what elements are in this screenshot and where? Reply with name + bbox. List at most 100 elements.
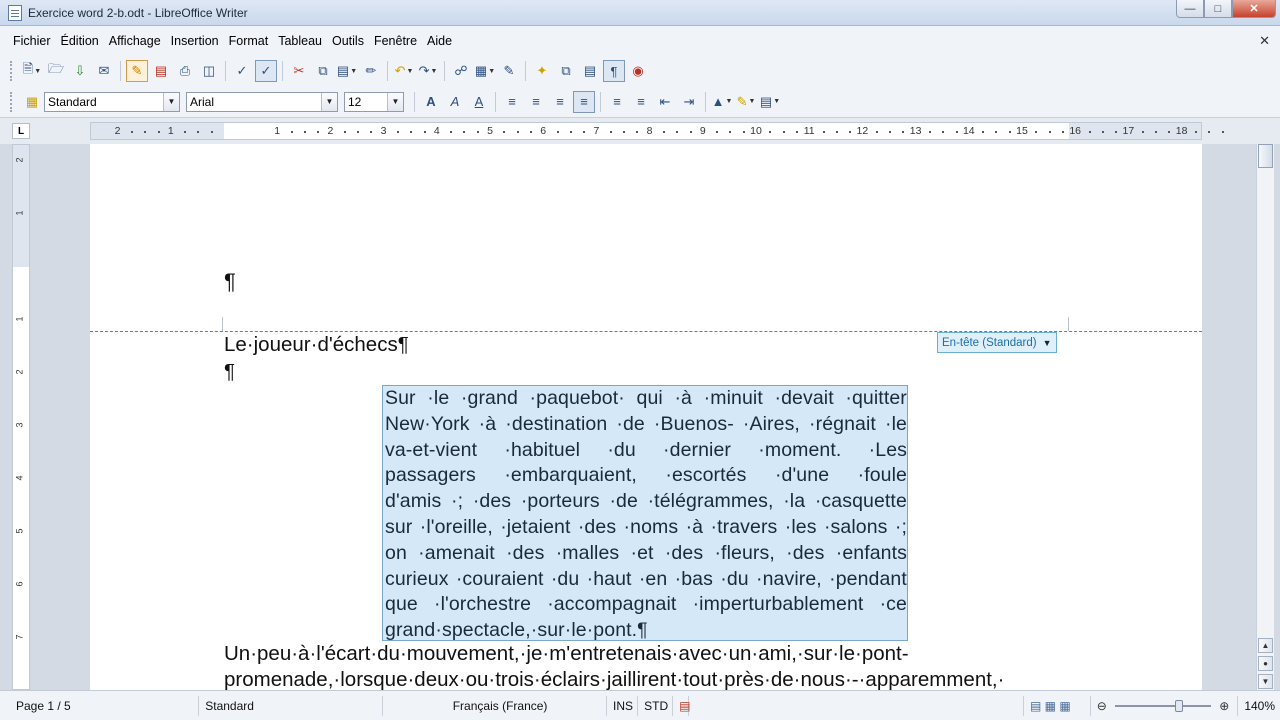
paste-icon[interactable]: ▤ ▼ — [336, 60, 358, 82]
italic-icon[interactable]: A — [444, 91, 466, 113]
maximize-button[interactable]: □ — [1204, 0, 1232, 18]
empty-paragraph-mark[interactable]: ¶ — [224, 269, 236, 295]
spellcheck-icon[interactable]: ✓ — [231, 60, 253, 82]
previous-page-icon[interactable]: ▲ — [1258, 638, 1273, 653]
email-icon[interactable]: ✉ — [93, 60, 115, 82]
align-right-icon[interactable]: ≡ — [549, 91, 571, 113]
quote-line[interactable]: va-et-vient ·habituel ·du ·dernier ·moment. ·… — [385, 439, 907, 462]
quote-line[interactable]: sur ·l'oreille, ·jetaient ·des ·noms ·à ·trave… — [385, 516, 907, 539]
gallery-icon[interactable]: ▤ — [579, 60, 601, 82]
view-layout-icon[interactable]: ▤ ▦ ▦ — [1022, 695, 1091, 716]
justify-icon[interactable]: ≡ — [573, 90, 595, 113]
menu-fenetre[interactable]: Fenêtre — [369, 34, 422, 48]
highlight-icon[interactable]: ✎ ▼ — [735, 91, 757, 113]
language-indicator[interactable]: Français (France) — [383, 695, 608, 716]
hyperlink-icon[interactable]: ☍ — [450, 60, 472, 82]
vertical-ruler[interactable]: 2 1 1 2 3 4 5 6 7 — [12, 144, 30, 690]
menu-tableau[interactable]: Tableau — [273, 34, 327, 48]
selected-quote-paragraph[interactable]: Sur ·le ·grand ·paquebot· qui ·à ·minuit ·devai… — [382, 385, 908, 641]
table-icon[interactable]: ▦ ▼ — [474, 60, 496, 82]
body-paragraph-line[interactable]: Un·peu·à·l'écart·du·mouvement,·je·m'entr… — [224, 642, 909, 666]
selection-mode-indicator[interactable]: STD — [638, 695, 674, 716]
export-pdf-icon[interactable]: ▤ — [150, 60, 172, 82]
autospellcheck-icon[interactable]: ✓ — [255, 60, 277, 82]
toolbar-grip[interactable] — [10, 61, 14, 81]
quote-line[interactable]: d'amis ·; ·des ·porteurs ·de ·télégrammes, ·la… — [385, 490, 907, 513]
formatting-marks-icon[interactable]: ¶ — [603, 60, 625, 82]
empty-paragraph-mark[interactable]: ¶ — [224, 360, 235, 384]
header-tag[interactable]: En-tête (Standard) ▼ — [937, 332, 1057, 353]
open-icon[interactable]: 🗁 — [45, 60, 67, 82]
horizontal-ruler[interactable]: 2 1 1 2 3 4 5 6 7 8 9 10 11 12 13 14 15 16 17 18 — [90, 122, 1224, 140]
zoom-slider[interactable] — [1114, 699, 1212, 712]
new-document-icon[interactable]: 🗎 ▼ — [21, 60, 43, 82]
insert-mode-indicator[interactable]: INS — [607, 695, 639, 716]
bullets-icon[interactable]: ≡ — [630, 91, 652, 113]
menu-format[interactable]: Format — [224, 34, 274, 48]
font-name-combo[interactable]: Arial ▼ — [186, 91, 338, 112]
quote-line[interactable]: on ·amenait ·des ·malles ·et ·des ·fleurs, ·des… — [385, 542, 907, 565]
menu-edition[interactable]: Édition — [56, 34, 104, 48]
print-icon[interactable]: ⎙ — [174, 60, 196, 82]
document-heading[interactable]: Le·joueur·d'échecs¶ — [224, 333, 409, 357]
navigator-icon[interactable]: ⧉ — [555, 60, 577, 82]
quote-line[interactable]: Sur ·le ·grand ·paquebot· qui ·à ·minuit ·devai… — [385, 387, 907, 410]
close-document-icon[interactable]: ✕ — [1259, 33, 1270, 49]
decrease-indent-icon[interactable]: ⇤ — [654, 91, 676, 113]
font-size-combo[interactable]: 12 ▼ — [344, 91, 404, 112]
menu-aide[interactable]: Aide — [422, 34, 457, 48]
menu-fichier[interactable]: Fichier — [8, 34, 56, 48]
next-page-icon[interactable]: ▼ — [1258, 674, 1273, 689]
chevron-down-icon[interactable]: ▼ — [1043, 338, 1052, 348]
cut-icon[interactable]: ✂ — [288, 60, 310, 82]
underline-icon[interactable]: A — [468, 91, 490, 113]
quote-line[interactable]: grand·spectacle,·sur·le·pont.¶ — [385, 619, 907, 642]
toolbar-grip[interactable] — [10, 91, 14, 112]
align-center-icon[interactable]: ≡ — [525, 91, 547, 113]
menu-outils[interactable]: Outils — [327, 34, 369, 48]
tab-stop-selector[interactable]: L — [12, 123, 30, 139]
numbering-icon[interactable]: ≡ — [606, 91, 628, 113]
menu-affichage[interactable]: Affichage — [104, 34, 166, 48]
background-color-icon[interactable]: ▤ ▼ — [759, 91, 781, 113]
document-page[interactable]: ¶ En-tête (Standard) ▼ Le·joueur·d'échec… — [90, 144, 1202, 690]
quote-line[interactable]: que ·l'orchestre ·accompagnait ·imperturbab… — [385, 593, 907, 616]
menu-insertion[interactable]: Insertion — [166, 34, 224, 48]
zoom-out-icon[interactable]: ⊖ — [1097, 699, 1107, 713]
save-icon[interactable]: ⇩ — [69, 60, 91, 82]
find-replace-icon[interactable]: ✦ — [531, 60, 553, 82]
zoom-level[interactable]: 140% — [1237, 695, 1280, 716]
scrollbar-thumb[interactable] — [1258, 144, 1273, 168]
print-preview-icon[interactable]: ◫ — [198, 60, 220, 82]
zoom-in-icon[interactable]: ⊕ — [1219, 699, 1229, 713]
document-modified-icon[interactable]: ▤ — [673, 695, 690, 716]
undo-icon[interactable]: ↶ ▼ — [393, 60, 415, 82]
clone-formatting-icon[interactable]: ✏ — [360, 60, 382, 82]
quote-line[interactable]: passagers ·embarquaient, ·escortés ·d'une ·f… — [385, 464, 907, 487]
increase-indent-icon[interactable]: ⇥ — [678, 91, 700, 113]
help-icon[interactable]: ◉ — [627, 60, 649, 82]
quote-line[interactable]: curieux ·couraient ·du ·haut ·en ·bas ·du ·navi… — [385, 568, 907, 591]
paragraph-style-combo[interactable]: Standard ▼ — [44, 91, 180, 112]
document-area[interactable]: ¶ En-tête (Standard) ▼ Le·joueur·d'échec… — [36, 144, 1256, 690]
page-style-indicator[interactable]: Standard — [199, 695, 383, 716]
chevron-down-icon[interactable]: ▼ — [321, 92, 337, 111]
navigation-icon[interactable]: ● — [1258, 656, 1273, 671]
align-left-icon[interactable]: ≡ — [501, 91, 523, 113]
redo-icon[interactable]: ↷ ▼ — [417, 60, 439, 82]
quote-line[interactable]: New·York ·à ·destination ·de ·Buenos- ·Aires,… — [385, 413, 907, 436]
chevron-down-icon[interactable]: ▼ — [163, 92, 179, 111]
page-indicator[interactable]: Page 1 / 5 — [0, 695, 200, 716]
chevron-down-icon[interactable]: ▼ — [387, 92, 403, 111]
vertical-scrollbar[interactable]: ▲ ● ▼ — [1256, 144, 1274, 690]
bold-icon[interactable]: A — [420, 91, 442, 113]
copy-icon[interactable]: ⧉ — [312, 60, 334, 82]
edit-mode-icon[interactable]: ✎ — [126, 60, 148, 82]
styles-formatting-icon[interactable]: ▦ — [21, 91, 43, 113]
minimize-button[interactable]: — — [1176, 0, 1204, 18]
zoom-slider-knob[interactable] — [1174, 699, 1183, 712]
font-color-icon[interactable]: ▲ ▼ — [711, 91, 733, 113]
close-window-button[interactable]: ✕ — [1232, 0, 1276, 18]
body-paragraph-line[interactable]: promenade,·lorsque·deux·ou·trois·éclairs… — [224, 668, 1004, 690]
show-draw-functions-icon[interactable]: ✎ — [498, 60, 520, 82]
